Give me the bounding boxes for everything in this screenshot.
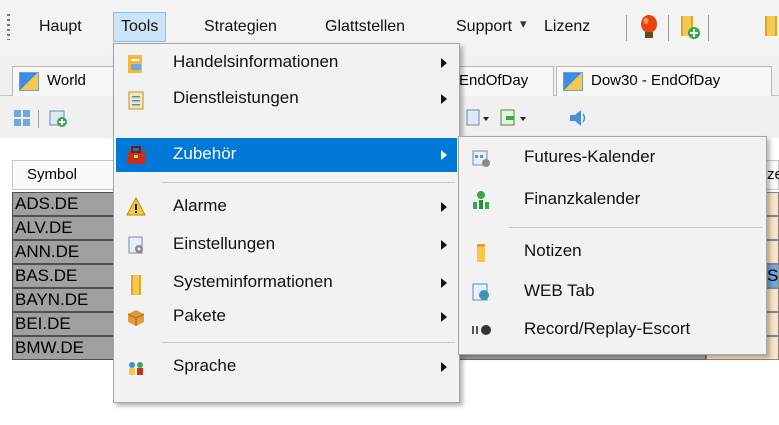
- submenu-arrow-icon: [441, 94, 447, 104]
- symbol-cell[interactable]: BAYN.DE: [12, 288, 114, 312]
- tab-label: EndOfDay: [459, 72, 529, 89]
- zubehoer-submenu: Futures-Kalender Finanzkalender Notizen …: [458, 136, 767, 355]
- menu-item-notizen[interactable]: Notizen: [461, 235, 764, 269]
- menu-item-record-replay-escort[interactable]: Record/Replay-Escort: [461, 313, 764, 347]
- finance-calendar-icon: [471, 190, 491, 210]
- menu-item-einstellungen[interactable]: Einstellungen: [116, 228, 457, 262]
- menu-lizenz[interactable]: Lizenz: [537, 12, 597, 42]
- menu-item-handelsinformationen[interactable]: Handelsinformationen: [116, 46, 457, 80]
- submenu-arrow-icon: [441, 362, 447, 372]
- system-info-icon: [126, 273, 146, 295]
- package-icon: [126, 307, 146, 327]
- symbol-cell[interactable]: BEI.DE: [12, 312, 114, 336]
- menu-glattstellen[interactable]: Glattstellen: [318, 12, 412, 42]
- menu-tools[interactable]: Tools: [113, 12, 167, 42]
- symbol-cell[interactable]: BAS.DE: [12, 264, 114, 288]
- menu-item-dienstleistungen[interactable]: Dienstleistungen: [116, 82, 457, 116]
- menu-separator: [708, 15, 709, 41]
- support-dropdown-arrow: ▾: [520, 16, 527, 31]
- alarm-warning-icon: [126, 196, 146, 217]
- menu-item-finanzkalender[interactable]: Finanzkalender: [461, 183, 764, 217]
- symbol-cell[interactable]: ALV.DE: [12, 216, 114, 240]
- export-dropdown-icon[interactable]: [500, 108, 526, 128]
- submenu-arrow-icon: [441, 202, 447, 212]
- lightbulb-icon[interactable]: [639, 13, 659, 41]
- web-tab-icon: [471, 282, 491, 302]
- language-icon: [126, 357, 146, 377]
- symbol-cell[interactable]: ANN.DE: [12, 240, 114, 264]
- menu-separator: [162, 182, 455, 183]
- menu-item-pakete[interactable]: Pakete: [116, 300, 457, 334]
- settings-icon: [126, 235, 146, 255]
- menu-item-zubehoer[interactable]: Zubehör: [116, 138, 457, 172]
- menu-strategien[interactable]: Strategien: [197, 12, 284, 42]
- menu-item-systeminformationen[interactable]: Systeminformationen: [116, 266, 457, 300]
- add-book-icon[interactable]: [679, 14, 701, 40]
- menu-item-alarme[interactable]: Alarme: [116, 190, 457, 224]
- menu-item-sprache[interactable]: Sprache: [116, 350, 457, 384]
- menu-bar-grip[interactable]: [7, 14, 10, 40]
- menu-item-web-tab[interactable]: WEB Tab: [461, 275, 764, 309]
- submenu-arrow-icon: [441, 312, 447, 322]
- tab-world[interactable]: World: [12, 66, 117, 96]
- menu-separator: [162, 342, 455, 343]
- submenu-arrow-icon: [441, 278, 447, 288]
- tab-dow30-endofday[interactable]: Dow30 - EndOfDay: [556, 66, 772, 96]
- notes-icon: [471, 242, 491, 262]
- column-header-symbol[interactable]: Symbol: [12, 160, 114, 190]
- chart-tab-icon: [19, 72, 39, 91]
- add-sheet-icon[interactable]: [48, 108, 68, 128]
- speaker-icon[interactable]: [568, 108, 588, 128]
- record-replay-icon: [471, 323, 491, 343]
- menu-separator: [509, 227, 762, 228]
- document-dropdown-icon[interactable]: [466, 108, 489, 128]
- submenu-arrow-icon: [441, 240, 447, 250]
- chart-tab-icon: [563, 72, 583, 91]
- tab-label: Dow30 - EndOfDay: [591, 72, 721, 89]
- toolbar-separator: [38, 110, 39, 128]
- book-icon[interactable]: [762, 14, 779, 40]
- menu-separator: [626, 15, 627, 41]
- trading-info-icon: [126, 53, 146, 73]
- menu-haupt[interactable]: Haupt: [32, 12, 89, 42]
- menu-item-futures-kalender[interactable]: Futures-Kalender: [461, 141, 764, 175]
- tab-label: World: [47, 72, 86, 89]
- tools-menu: Handelsinformationen Dienstleistungen Zu…: [113, 43, 460, 403]
- symbol-cell[interactable]: BMW.DE: [12, 336, 114, 360]
- submenu-arrow-icon: [441, 58, 447, 68]
- toolbox-icon: [126, 145, 146, 165]
- submenu-arrow-icon: [441, 150, 447, 160]
- futures-calendar-icon: [471, 148, 491, 168]
- menu-support[interactable]: Support: [449, 12, 519, 42]
- collapse-grid-icon[interactable]: [12, 108, 32, 128]
- menu-separator: [668, 15, 669, 41]
- services-icon: [126, 89, 146, 110]
- symbol-cell[interactable]: ADS.DE: [12, 192, 114, 216]
